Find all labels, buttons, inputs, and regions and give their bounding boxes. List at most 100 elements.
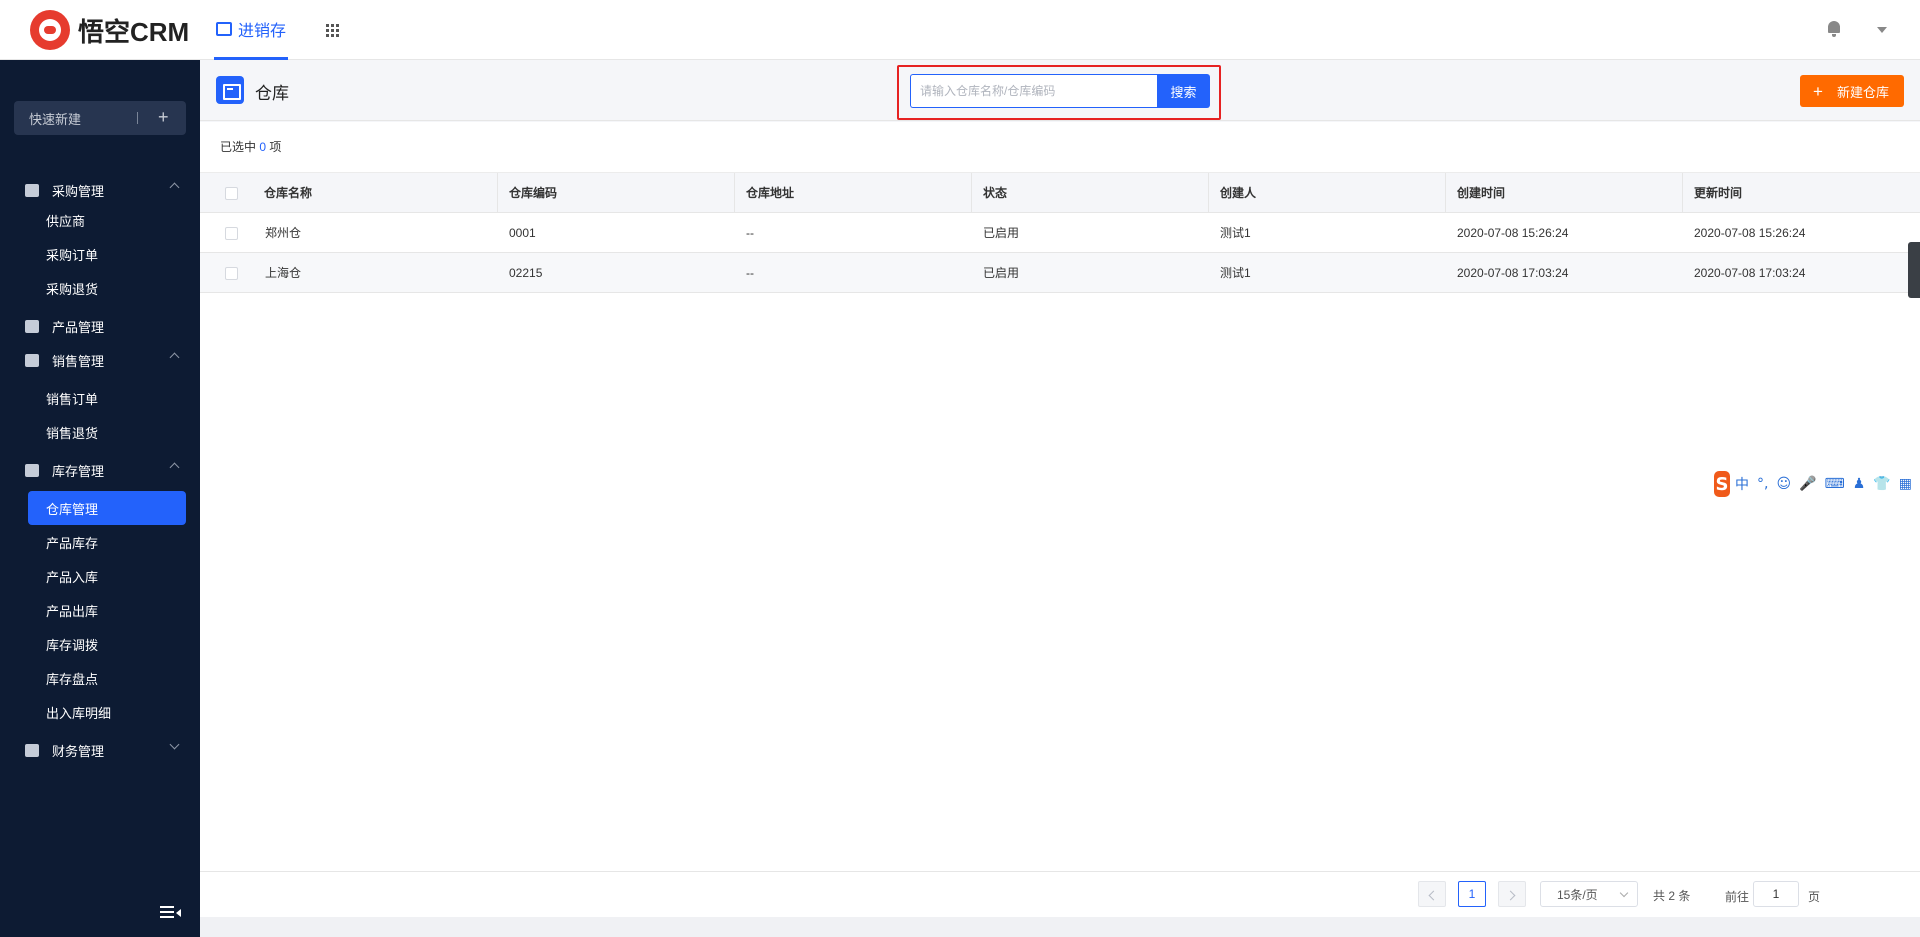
cell-updated-time: 2020-07-08 15:26:24: [1694, 225, 1806, 240]
column-header[interactable]: 仓库编码: [497, 173, 734, 212]
menu-item-label: 产品库存: [46, 535, 99, 551]
sidebar-item-sales-order[interactable]: 销售订单: [28, 381, 186, 415]
ime-skin-icon[interactable]: 👕: [1873, 476, 1890, 492]
cell-code: 02215: [509, 265, 543, 280]
cell-address: --: [746, 225, 754, 240]
sidebar-item-in-out-detail[interactable]: 出入库明细: [28, 695, 186, 729]
ime-voice-icon[interactable]: 🎤: [1799, 476, 1816, 492]
selection-suffix: 项: [269, 140, 282, 154]
quick-new-button[interactable]: 快速新建 +: [14, 101, 186, 135]
cell-name[interactable]: 上海仓: [253, 253, 301, 292]
column-header[interactable]: 仓库名称: [253, 173, 497, 212]
sidebar-item-stock-transfer[interactable]: 库存调拨: [28, 627, 186, 661]
chevron-down-icon: [169, 739, 180, 750]
menu-group-product[interactable]: 产品管理: [0, 309, 200, 343]
bell-icon[interactable]: [1827, 21, 1841, 37]
sidebar-item-product-stock[interactable]: 产品库存: [28, 525, 186, 559]
sogou-ime-icon[interactable]: S: [1714, 471, 1731, 497]
sidebar-item-product-in[interactable]: 产品入库: [28, 559, 186, 593]
cell-updated-time: 2020-07-08 17:03:24: [1694, 265, 1806, 280]
quick-new-label: 快速新建: [29, 111, 82, 127]
page-suffix: 页: [1808, 890, 1821, 904]
menu-item-label: 出入库明细: [46, 705, 112, 721]
ime-punctuation-icon[interactable]: °,: [1757, 476, 1768, 492]
cell-creator: 测试1: [1220, 226, 1251, 240]
sidebar-item-stock-check[interactable]: 库存盘点: [28, 661, 186, 695]
menu-group-label: 财务管理: [52, 743, 105, 759]
page-title: 仓库: [255, 84, 289, 103]
sidebar-item-sales-return[interactable]: 销售退货: [28, 415, 186, 449]
cell-created-time: 2020-07-08 17:03:24: [1457, 265, 1569, 280]
search-button[interactable]: 搜索: [1157, 74, 1210, 108]
column-header[interactable]: 仓库地址: [734, 173, 971, 212]
row-checkbox[interactable]: [225, 227, 238, 240]
wallet-icon: [25, 743, 39, 757]
cart-icon: [216, 21, 232, 36]
ime-user-icon[interactable]: ♟: [1853, 476, 1866, 492]
archive-icon: [25, 463, 39, 477]
ime-keyboard-icon[interactable]: ⌨: [1825, 476, 1845, 492]
menu-group-finance[interactable]: 财务管理: [0, 733, 200, 767]
search-input[interactable]: [910, 74, 1158, 108]
apps-grid-icon[interactable]: [326, 24, 339, 37]
menu-group-label: 销售管理: [52, 353, 105, 369]
tag-icon: [25, 353, 39, 367]
sidebar-item-product-out[interactable]: 产品出库: [28, 593, 186, 627]
goto-label: 前往: [1725, 890, 1750, 904]
nav-tab-jxc[interactable]: 进销存: [214, 0, 289, 60]
ime-chinese-mode-icon[interactable]: 中: [1735, 474, 1749, 494]
main-panel: 已选中 0 项 仓库名称 仓库编码 仓库地址 状态 创建人 创建时间 更新时间 …: [200, 122, 1920, 917]
ime-toolbar[interactable]: S 中 °, ☺ 🎤 ⌨ ♟ 👕 ▦: [1714, 471, 1920, 497]
menu-group-label: 库存管理: [52, 463, 105, 479]
goto-page-input[interactable]: [1753, 881, 1799, 907]
ime-toolbox-icon[interactable]: ▦: [1899, 476, 1912, 492]
column-header[interactable]: 创建人: [1208, 173, 1445, 212]
new-warehouse-label: 新建仓库: [1836, 84, 1889, 100]
ime-emoji-icon[interactable]: ☺: [1777, 476, 1792, 492]
divider: [137, 112, 138, 124]
next-page-button[interactable]: [1498, 881, 1526, 907]
new-warehouse-button[interactable]: + 新建仓库: [1800, 75, 1904, 107]
sidebar-item-purchase-return[interactable]: 采购退货: [28, 271, 186, 305]
page-size-select[interactable]: 15条/页: [1540, 881, 1638, 907]
cell-address: --: [746, 265, 754, 280]
table-row[interactable]: 上海仓 02215 -- 已启用 测试1 2020-07-08 17:03:24…: [200, 253, 1920, 293]
menu-group-sales[interactable]: 销售管理: [0, 343, 200, 377]
table-row[interactable]: 郑州仓 0001 -- 已启用 测试1 2020-07-08 15:26:24 …: [200, 213, 1920, 253]
prev-page-button[interactable]: [1418, 881, 1446, 907]
column-header[interactable]: 更新时间: [1682, 173, 1920, 212]
menu-item-label: 产品出库: [46, 603, 99, 619]
menu-item-label: 库存调拨: [46, 637, 99, 653]
menu-item-label: 采购退货: [46, 281, 99, 297]
selection-info: 已选中 0 项: [220, 138, 281, 155]
nav-tab-label: 进销存: [238, 22, 287, 40]
sidebar-item-warehouse[interactable]: 仓库管理: [28, 491, 186, 525]
warehouse-icon: [216, 76, 244, 104]
menu-item-label: 仓库管理: [46, 501, 99, 517]
chevron-up-icon: [169, 182, 180, 193]
selection-prefix: 已选中: [220, 140, 257, 154]
warehouse-table: 仓库名称 仓库编码 仓库地址 状态 创建人 创建时间 更新时间 郑州仓 0001…: [200, 172, 1920, 293]
collapse-sidebar-icon[interactable]: [160, 906, 181, 920]
sidebar-item-supplier[interactable]: 供应商: [28, 203, 186, 237]
bottom-strip: [200, 917, 1920, 937]
column-header[interactable]: 状态: [971, 173, 1208, 212]
column-header[interactable]: 创建时间: [1445, 173, 1682, 212]
page-size-value: 15条/页: [1557, 887, 1598, 902]
row-checkbox[interactable]: [225, 267, 238, 280]
select-all-checkbox[interactable]: [225, 187, 238, 200]
user-menu-caret-icon[interactable]: [1877, 27, 1887, 33]
side-scroll-handle[interactable]: [1908, 242, 1920, 298]
menu-item-label: 库存盘点: [46, 671, 99, 687]
menu-group-inventory[interactable]: 库存管理: [0, 453, 200, 487]
table-header: 仓库名称 仓库编码 仓库地址 状态 创建人 创建时间 更新时间: [200, 172, 1920, 213]
cell-created-time: 2020-07-08 15:26:24: [1457, 225, 1569, 240]
app-logo[interactable]: 悟空CRM: [30, 10, 189, 50]
box-icon: [25, 319, 39, 333]
selection-count: 0: [259, 140, 267, 154]
sidebar-item-purchase-order[interactable]: 采购订单: [28, 237, 186, 271]
menu-group-purchase[interactable]: 采购管理: [0, 173, 200, 207]
page-number-current[interactable]: 1: [1458, 881, 1486, 907]
cell-name[interactable]: 郑州仓: [253, 213, 301, 252]
plus-icon: +: [1813, 81, 1823, 101]
